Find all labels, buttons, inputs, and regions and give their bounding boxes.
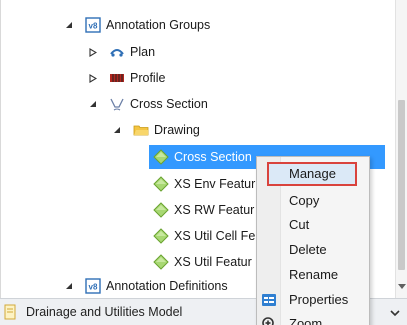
expanded-arrow-icon[interactable] xyxy=(87,98,99,110)
menu-item-cut[interactable]: Cut xyxy=(257,213,369,237)
tree-item-plan[interactable]: Plan xyxy=(87,40,155,64)
tree-item-label: XS Util Featur xyxy=(174,255,252,269)
tree-item-label: Annotation Groups xyxy=(106,18,211,32)
tree-item-label: XS RW Featur xyxy=(174,203,255,217)
profile-view-icon xyxy=(109,70,125,86)
menu-item-label: Cut xyxy=(289,217,310,232)
tree-item-annotation-groups[interactable]: v8 Annotation Groups xyxy=(63,13,210,37)
tree-item-annotation-definitions[interactable]: v8 Annotation Definitions xyxy=(63,274,228,298)
zoom-icon xyxy=(261,316,277,325)
tree-item-drawing[interactable]: Drawing xyxy=(111,118,200,142)
feature-diamond-icon xyxy=(153,176,169,192)
menu-item-label: Rename xyxy=(289,267,339,282)
menu-item-zoom[interactable]: Zoom xyxy=(257,312,369,325)
menu-item-label: Delete xyxy=(289,242,327,257)
expanded-arrow-icon[interactable] xyxy=(63,19,75,31)
svg-text:v8: v8 xyxy=(89,283,98,292)
status-model-label: Drainage and Utilities Model xyxy=(26,304,183,319)
model-icon xyxy=(2,304,18,320)
expanded-arrow-icon[interactable] xyxy=(111,124,123,136)
folder-icon xyxy=(133,122,149,138)
tree-item-cross-section-group[interactable]: Cross Section xyxy=(87,92,208,116)
feature-diamond-icon xyxy=(153,149,169,165)
tree-item-xs-util[interactable]: XS Util Featur xyxy=(153,250,252,274)
menu-item-delete[interactable]: Delete xyxy=(257,238,369,262)
context-menu: Manage Copy Cut Delete Rename Properties… xyxy=(256,156,370,325)
scrollbar-thumb[interactable] xyxy=(398,100,405,270)
annotation-group-icon: v8 xyxy=(85,17,101,33)
plan-view-icon xyxy=(109,44,125,60)
collapsed-arrow-icon[interactable] xyxy=(87,46,99,58)
collapsed-arrow-icon[interactable] xyxy=(87,72,99,84)
menu-item-label: Zoom xyxy=(289,316,323,325)
menu-item-label: Manage xyxy=(289,166,336,181)
tree-item-label: Plan xyxy=(130,45,156,59)
svg-text:v8: v8 xyxy=(89,22,98,31)
menu-item-label: Properties xyxy=(289,292,349,307)
tree-item-label: Drawing xyxy=(154,123,200,137)
tree-item-label: Cross Section xyxy=(130,97,208,111)
tree-item-xs-rw[interactable]: XS RW Featur xyxy=(153,198,254,222)
menu-item-label: Copy xyxy=(289,193,320,208)
menu-item-copy[interactable]: Copy xyxy=(257,189,369,213)
tree-item-xs-util-cell[interactable]: XS Util Cell Fe xyxy=(153,224,255,248)
cross-section-icon xyxy=(109,96,125,112)
annotation-group-icon: v8 xyxy=(85,278,101,294)
menu-item-manage[interactable]: Manage xyxy=(267,162,357,186)
scroll-down-arrow-icon[interactable] xyxy=(397,282,407,292)
feature-diamond-icon xyxy=(153,254,169,270)
feature-diamond-icon xyxy=(153,228,169,244)
properties-icon xyxy=(261,292,277,308)
menu-item-rename[interactable]: Rename xyxy=(257,263,369,287)
vertical-scrollbar[interactable] xyxy=(395,0,407,298)
tree-item-label: Annotation Definitions xyxy=(106,279,228,293)
tree-item-label: XS Util Cell Fe xyxy=(174,229,256,243)
chevron-down-icon[interactable] xyxy=(389,307,401,319)
menu-item-properties[interactable]: Properties xyxy=(257,288,369,312)
expanded-arrow-icon[interactable] xyxy=(63,280,75,292)
tree-item-label: XS Env Featur xyxy=(174,177,256,191)
tree-item-label: Profile xyxy=(130,71,166,85)
tree-item-label: Cross Section xyxy=(174,150,252,164)
tree-item-profile[interactable]: Profile xyxy=(87,66,165,90)
feature-diamond-icon xyxy=(153,202,169,218)
tree-item-xs-env[interactable]: XS Env Featur xyxy=(153,172,255,196)
